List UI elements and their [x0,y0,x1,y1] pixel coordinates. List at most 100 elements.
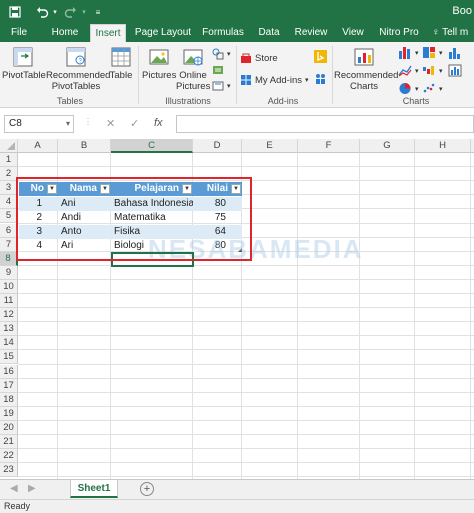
user-name[interactable]: Boo [452,5,472,17]
enter-icon[interactable]: ✓ [130,117,139,130]
bing-maps-button[interactable] [314,50,327,63]
row-header-5[interactable]: 5 [0,209,18,224]
store-button[interactable]: Store [240,52,278,64]
line-chart-button[interactable]: ▾ [398,64,419,77]
shapes-button[interactable]: ▾ [212,48,231,60]
save-icon[interactable] [8,4,22,20]
statistic-chart-button[interactable] [448,46,462,59]
tab-page-layout[interactable]: Page Layout [134,24,192,42]
tab-file[interactable]: File [6,24,32,42]
scatter-chart-button[interactable]: ▾ [422,82,443,95]
pictures-button[interactable]: Pictures [142,46,176,81]
pivotchart-button[interactable] [448,64,462,77]
column-header-f[interactable]: F [298,139,360,153]
row-header-3[interactable]: 3 [0,181,18,196]
redo-dropdown-icon[interactable]: ▾ [80,4,88,20]
selected-cell[interactable] [111,252,194,267]
tab-formulas[interactable]: Formulas [200,24,246,42]
row-header-18[interactable]: 18 [0,392,18,407]
row-header-7[interactable]: 7 [0,237,18,252]
cell-d4[interactable]: 80 [193,197,242,211]
row-header-2[interactable]: 2 [0,167,18,182]
pivottable-button[interactable]: PivotTable [2,46,46,81]
row-header-1[interactable]: 1 [0,153,18,168]
row-header-13[interactable]: 13 [0,322,18,337]
cell-c5[interactable]: Matematika [111,211,193,225]
tab-view[interactable]: View [338,24,368,42]
recommended-charts-button[interactable]: Recommended Charts [334,46,398,92]
cell-b5[interactable]: Andi [58,211,111,225]
online-pictures-button[interactable]: Online Pictures [176,46,210,92]
my-addins-button[interactable]: My Add-ins ▾ [240,74,309,86]
tab-data[interactable]: Data [254,24,284,42]
cell-b7[interactable]: Ari [58,239,111,253]
header-nilai[interactable]: Nilai ▼ [193,182,242,196]
filter-dropdown-icon[interactable]: ▼ [182,184,192,194]
column-header-c[interactable]: C [111,139,193,153]
row-header-21[interactable]: 21 [0,435,18,450]
cell-a4[interactable]: 1 [19,197,58,211]
name-box-dropdown-icon[interactable]: ▾ [66,116,70,132]
row-header-11[interactable]: 11 [0,294,18,309]
table-button[interactable]: Table [108,46,134,81]
spreadsheet-grid[interactable]: ABCDEFGHI 123456789101112131415161718192… [0,139,474,479]
hierarchy-chart-button[interactable]: ▾ [422,46,443,59]
filter-dropdown-icon[interactable]: ▼ [47,184,57,194]
filter-dropdown-icon[interactable]: ▼ [231,184,241,194]
tell-me[interactable]: ♀ Tell m [432,24,474,42]
cancel-icon[interactable]: ✕ [106,117,115,130]
people-graph-button[interactable] [314,72,327,85]
header-pelajaran[interactable]: Pelajaran ▼ [111,182,193,196]
row-header-4[interactable]: 4 [0,195,18,210]
cell-a6[interactable]: 3 [19,225,58,239]
row-header-22[interactable]: 22 [0,449,18,464]
tab-insert[interactable]: Insert [90,24,126,43]
row-header-23[interactable]: 23 [0,463,18,478]
row-header-14[interactable]: 14 [0,336,18,351]
combo-chart-button[interactable]: ▾ [422,64,443,77]
cell-a5[interactable]: 2 [19,211,58,225]
recommended-pivottables-button[interactable]: ? Recommended PivotTables [46,46,110,92]
scroll-left-icon[interactable]: ◀ [10,483,18,494]
tab-review[interactable]: Review [292,24,330,42]
row-header-16[interactable]: 16 [0,364,18,379]
cell-c4[interactable]: Bahasa Indonesia [111,197,193,211]
fx-icon[interactable]: fx [154,117,163,129]
smartart-button[interactable] [212,64,224,76]
row-header-6[interactable]: 6 [0,223,18,238]
name-box[interactable]: C8 ▾ [4,115,74,133]
column-header-b[interactable]: B [58,139,111,153]
row-header-19[interactable]: 19 [0,406,18,421]
column-header-e[interactable]: E [242,139,298,153]
column-header-a[interactable]: A [18,139,58,153]
column-chart-button[interactable]: ▾ [398,46,419,59]
formula-input[interactable] [176,115,474,133]
cell-b4[interactable]: Ani [58,197,111,211]
redo-icon[interactable] [62,4,78,20]
tab-nitro-pro[interactable]: Nitro Pro [376,24,422,42]
cell-a7[interactable]: 4 [19,239,58,253]
header-no[interactable]: No ▼ [19,182,58,196]
cell-b6[interactable]: Anto [58,225,111,239]
row-header-12[interactable]: 12 [0,308,18,323]
column-header-d[interactable]: D [193,139,242,153]
customize-icon[interactable]: ≡ [92,4,104,20]
undo-icon[interactable] [34,4,50,20]
row-header-9[interactable]: 9 [0,265,18,280]
undo-dropdown-icon[interactable]: ▾ [51,4,59,20]
column-header-g[interactable]: G [360,139,415,153]
sheet-tab-sheet1[interactable]: Sheet1 [70,480,118,498]
screenshot-button[interactable]: ▾ [212,80,231,92]
row-header-20[interactable]: 20 [0,420,18,435]
pie-chart-button[interactable]: ▾ [398,82,419,95]
row-header-8[interactable]: 8 [0,251,18,266]
row-header-10[interactable]: 10 [0,279,18,294]
filter-dropdown-icon[interactable]: ▼ [100,184,110,194]
add-sheet-button[interactable]: + [140,482,154,496]
header-nama[interactable]: Nama ▼ [58,182,111,196]
row-header-15[interactable]: 15 [0,350,18,365]
column-header-h[interactable]: H [415,139,471,153]
scroll-right-icon[interactable]: ▶ [28,483,36,494]
row-header-17[interactable]: 17 [0,378,18,393]
cell-d5[interactable]: 75 [193,211,242,225]
